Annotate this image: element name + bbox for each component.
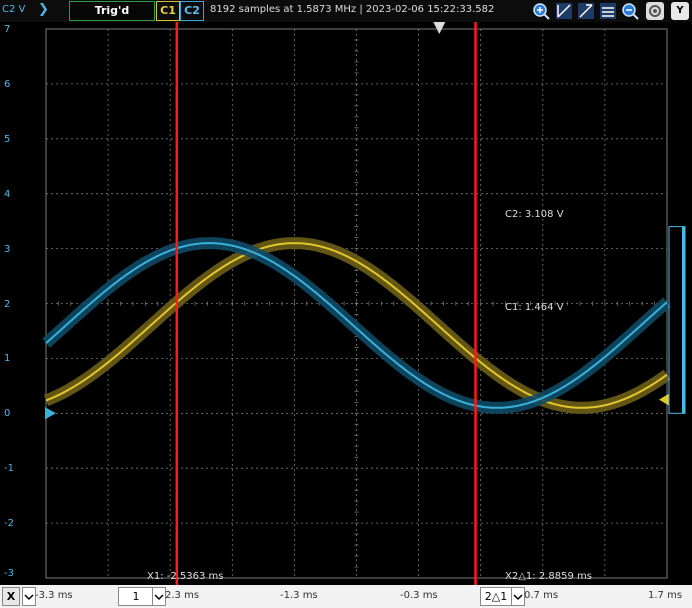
c1-cursor-readout: C1: 1.464 V: [505, 302, 564, 313]
x-tick-label: -3.3 ms: [35, 590, 73, 601]
channel-scale-label: C2 V: [2, 4, 26, 15]
zoom-in-icon[interactable]: [532, 2, 550, 20]
chevron-down-icon[interactable]: [511, 587, 525, 606]
channel-c1-button[interactable]: C1: [156, 1, 180, 21]
acquisition-info: 8192 samples at 1.5873 MHz | 2023-02-06 …: [210, 4, 495, 15]
x-cursor-select[interactable]: 1: [118, 587, 154, 606]
y-tick-label: -2: [4, 518, 14, 530]
y-tick-label: -1: [4, 463, 14, 475]
y-tick-label: -3: [4, 568, 14, 579]
delta-cursor-select[interactable]: 2△1: [480, 587, 512, 606]
x-tick-label: 0.7 ms: [524, 590, 559, 601]
c1-trigger-level-marker: [659, 393, 669, 406]
x-axis-button[interactable]: X: [2, 587, 20, 606]
toolbar: C2 V ❯ Trig'd C1 C2 8192 samples at 1.58…: [0, 0, 692, 22]
y-tick-label: 2: [4, 298, 11, 310]
y-tick-label: 0: [4, 408, 11, 420]
x2-cursor-label: X2△1: 2.8859 ms: [505, 571, 592, 582]
y-tick-label: 3: [4, 243, 11, 255]
c2-ground-marker: [45, 407, 56, 420]
y-tick-label: 4: [4, 188, 11, 200]
cursor-y-icon[interactable]: [599, 2, 617, 20]
trigger-position-marker: [433, 22, 446, 34]
y-axis-button[interactable]: Y: [671, 2, 689, 20]
trigger-status-button[interactable]: Trig'd: [69, 1, 155, 21]
x-tick-label: 1.7 ms: [648, 590, 683, 601]
cursor-x-multi-icon[interactable]: [577, 2, 595, 20]
y-tick-label: 1: [4, 353, 11, 365]
x-tick-label: 2.3 ms: [165, 590, 200, 601]
y-tick-label: 5: [4, 133, 11, 145]
c2-cursor-readout: C2: 3.108 V: [505, 209, 564, 220]
y-tick-label: 7: [4, 24, 11, 35]
channel-c2-button[interactable]: C2: [180, 1, 204, 21]
cursor-x-icon[interactable]: [555, 2, 573, 20]
x-axis-bar: [0, 585, 692, 608]
y-tick-label: 6: [4, 78, 11, 90]
chevron-right-icon[interactable]: ❯: [38, 2, 49, 17]
scope-plot[interactable]: [0, 22, 692, 585]
chevron-down-icon[interactable]: [152, 587, 166, 606]
x-tick-label: -0.3 ms: [400, 590, 438, 601]
zoom-out-icon[interactable]: [621, 2, 639, 20]
settings-icon[interactable]: [646, 2, 664, 20]
chevron-down-icon[interactable]: [22, 587, 36, 606]
x-tick-label: -1.3 ms: [280, 590, 318, 601]
x1-cursor-label: X1: -2.5363 ms: [147, 571, 224, 582]
